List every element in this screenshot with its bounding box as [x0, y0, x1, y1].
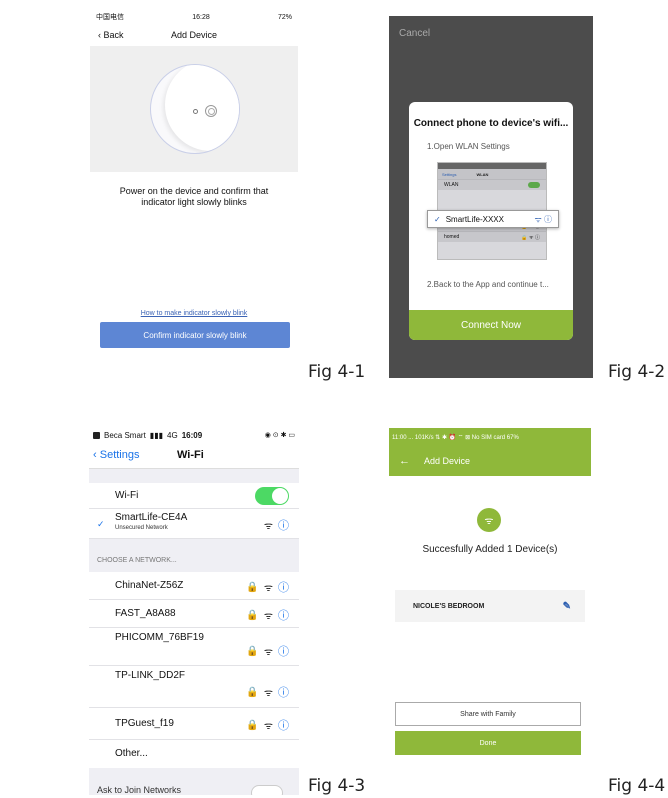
page-title: Wi-Fi: [177, 449, 204, 461]
list-item[interactable]: TP-LINK_DD2F 🔒 ᯤ ⓘ: [89, 666, 299, 708]
connected-network-sub: Unsecured Network: [115, 525, 168, 531]
battery-icon: ◉ ⊙ ✱ ▭: [264, 432, 295, 439]
ask-to-join-toggle[interactable]: [251, 785, 283, 795]
step1-text: 1.Open WLAN Settings: [427, 142, 510, 151]
time-text: 16:28: [192, 13, 210, 21]
battery-text: 72%: [277, 13, 292, 21]
mini-toggle-icon: [528, 182, 540, 188]
network-text: 4G: [167, 430, 178, 440]
time-text: 16:09: [181, 430, 203, 440]
confirm-blink-button[interactable]: Confirm indicator slowly blink: [100, 322, 290, 348]
connect-now-button[interactable]: Connect Now: [409, 310, 573, 340]
signal-icon: ▮▮▮: [149, 430, 164, 440]
network-name: TPGuest_f19: [115, 718, 174, 729]
page-title: Add Device: [170, 30, 218, 40]
info-icon[interactable]: ⓘ: [278, 579, 289, 595]
info-icon[interactable]: ⓘ: [278, 607, 289, 623]
info-icon[interactable]: ⓘ: [278, 717, 289, 733]
mini-title-text: WLAN: [476, 171, 489, 177]
wifi-group: Wi-Fi ✓ SmartLife-CE4A Unsecured Network…: [89, 483, 299, 539]
success-text: Succesfully Added 1 Device(s): [422, 544, 558, 555]
lock-icon: 🔒: [246, 719, 259, 731]
wifi-info-icon: ᯤ ⓘ: [534, 214, 552, 224]
instruction-text: Power on the device and confirm that ind…: [119, 186, 269, 207]
dialog-title: Connect phone to device's wifi...: [413, 118, 569, 129]
section-header: CHOOSE A NETWORK...: [97, 557, 177, 564]
status-bar: 中国电信 16:28 72%: [90, 10, 298, 24]
device-row: NICOLE'S BEDROOM ✎: [395, 590, 585, 622]
network-name: TP-LINK_DD2F: [115, 670, 186, 681]
carrier-text: 中国电信: [96, 14, 124, 21]
indicator-light-icon: [193, 109, 198, 114]
wifi-icon: ᯤ: [263, 583, 273, 594]
lock-icon: 🔒: [246, 609, 259, 621]
info-icon[interactable]: ⓘ: [278, 684, 289, 700]
done-button[interactable]: Done: [395, 731, 581, 755]
back-button[interactable]: ‹ Settings: [93, 449, 139, 461]
checkmark-icon: ✓: [434, 214, 441, 224]
network-name: SmartLife-XXXX: [445, 214, 504, 224]
device-illustration: [90, 46, 298, 172]
wifi-toggle-row: Wi-Fi: [89, 483, 299, 509]
power-button-icon: [205, 105, 217, 117]
back-arrow-icon[interactable]: ←: [399, 455, 410, 467]
share-with-family-button[interactable]: Share with Family: [395, 702, 581, 726]
nav-bar: ‹ Settings Wi-Fi: [89, 443, 299, 469]
info-icon[interactable]: ⓘ: [278, 517, 289, 533]
device-circle: [150, 64, 240, 154]
wifi-toggle[interactable]: [255, 487, 289, 505]
wifi-icon: ᯤ: [263, 688, 273, 699]
page-title: Add Device: [424, 456, 471, 466]
network-name: ChinaNet-Z56Z: [115, 580, 184, 591]
help-link[interactable]: How to make indicator slowly blink: [90, 310, 298, 317]
edit-icon[interactable]: ✎: [563, 601, 571, 612]
fig2-screen: Cancel Connect phone to device's wifi...…: [389, 16, 593, 378]
lock-icon: 🔒: [246, 581, 259, 593]
lock-icon: 🔒: [246, 686, 259, 698]
fig1-label: Fig 4-1: [308, 362, 366, 382]
fig3-screen: Beca Smart ▮▮▮ 4G 16:09 ◉ ⊙ ✱ ▭ ‹ Settin…: [89, 427, 299, 795]
status-bar: 11:00 ... 101K/s ⇅ ✱ ⏰ ⌔ ⊠ No SIM card 6…: [389, 428, 591, 446]
carrier-text: Beca Smart: [104, 430, 146, 440]
mini-wlan-text: WLAN: [444, 182, 459, 188]
nav-bar: ← Add Device: [389, 446, 591, 476]
app-icon: [93, 431, 100, 439]
connected-network-row[interactable]: ✓ SmartLife-CE4A Unsecured Network ᯤ ⓘ: [89, 509, 299, 539]
wifi-icon: ᯤ: [263, 721, 273, 732]
step2-text: 2.Back to the App and continue t...: [427, 280, 549, 289]
device-name: NICOLE'S BEDROOM: [413, 602, 485, 610]
other-label: Other...: [115, 748, 148, 759]
cancel-button[interactable]: Cancel: [399, 28, 430, 39]
fig2-label: Fig 4-2: [608, 362, 666, 382]
mini-back-text: Settings: [442, 171, 457, 177]
wifi-success-icon: ᯤ: [477, 508, 501, 532]
network-name: FAST_A8A88: [115, 608, 176, 619]
fig4-screen: 11:00 ... 101K/s ⇅ ✱ ⏰ ⌔ ⊠ No SIM card 6…: [389, 428, 591, 776]
list-item[interactable]: FAST_A8A88 🔒 ᯤ ⓘ: [89, 600, 299, 628]
network-name: PHICOMM_76BF19: [115, 632, 204, 643]
lock-icon: 🔒: [246, 645, 259, 657]
list-item[interactable]: TPGuest_f19 🔒 ᯤ ⓘ: [89, 708, 299, 740]
mini-wifi-icon: 🔒 ᯤ ⓘ: [521, 234, 540, 241]
info-icon[interactable]: ⓘ: [278, 643, 289, 659]
mini-homed-text: homed: [444, 234, 460, 240]
other-network-row[interactable]: Other...: [89, 740, 299, 768]
wifi-icon: ᯤ: [263, 611, 273, 622]
wifi-icon: ᯤ: [263, 647, 273, 658]
connect-dialog: Connect phone to device's wifi... 1.Open…: [409, 102, 573, 340]
fig3-label: Fig 4-3: [308, 776, 366, 796]
list-item[interactable]: ChinaNet-Z56Z 🔒 ᯤ ⓘ: [89, 572, 299, 600]
status-bar: Beca Smart ▮▮▮ 4G 16:09 ◉ ⊙ ✱ ▭: [89, 427, 299, 443]
wifi-icon: ᯤ: [263, 521, 273, 532]
fig4-label: Fig 4-4: [608, 776, 666, 796]
network-list: ChinaNet-Z56Z 🔒 ᯤ ⓘ FAST_A8A88 🔒 ᯤ ⓘ PHICOMM…: [89, 572, 299, 768]
connected-network-name: SmartLife-CE4A: [115, 512, 188, 523]
fig1-screen: 中国电信 16:28 72% ‹ Back Add Device Power o…: [90, 10, 298, 365]
highlighted-network: ✓ SmartLife-XXXX ᯤ ⓘ: [427, 210, 559, 228]
list-item[interactable]: PHICOMM_76BF19 🔒 ᯤ ⓘ: [89, 628, 299, 666]
nav-bar: ‹ Back Add Device: [90, 24, 298, 46]
wifi-label: Wi-Fi: [115, 490, 139, 501]
checkmark-icon: ✓: [97, 519, 105, 529]
